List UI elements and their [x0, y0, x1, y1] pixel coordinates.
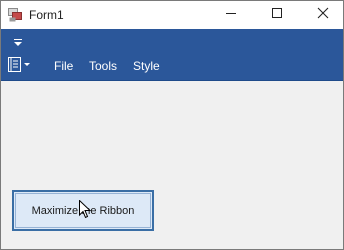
tab-tools[interactable]: Tools: [89, 59, 117, 73]
close-button[interactable]: [300, 1, 343, 29]
close-icon: [317, 6, 329, 24]
application-menu-button[interactable]: [7, 56, 33, 79]
form1-window: Form1 File Tools Style Maximize Ribbon: [0, 0, 344, 250]
minimize-button[interactable]: [208, 1, 254, 29]
form-content-area: Maximize the Ribbon: [1, 81, 343, 249]
mouse-pointer-icon: [79, 199, 92, 219]
window-title: Form1: [29, 8, 64, 22]
maximize-icon: [271, 6, 283, 24]
tab-file[interactable]: File: [54, 59, 73, 73]
title-bar[interactable]: Form1: [1, 1, 343, 29]
quick-access-toolbar: [1, 29, 343, 54]
maximize-button[interactable]: [254, 1, 300, 29]
minimize-icon: [225, 6, 237, 24]
application-menu-icon: [7, 56, 33, 79]
tab-style[interactable]: Style: [133, 59, 160, 73]
chevron-down-icon[interactable]: [11, 35, 25, 47]
ribbon-tab-row: File Tools Style: [1, 54, 343, 81]
form-app-icon: [8, 8, 24, 23]
